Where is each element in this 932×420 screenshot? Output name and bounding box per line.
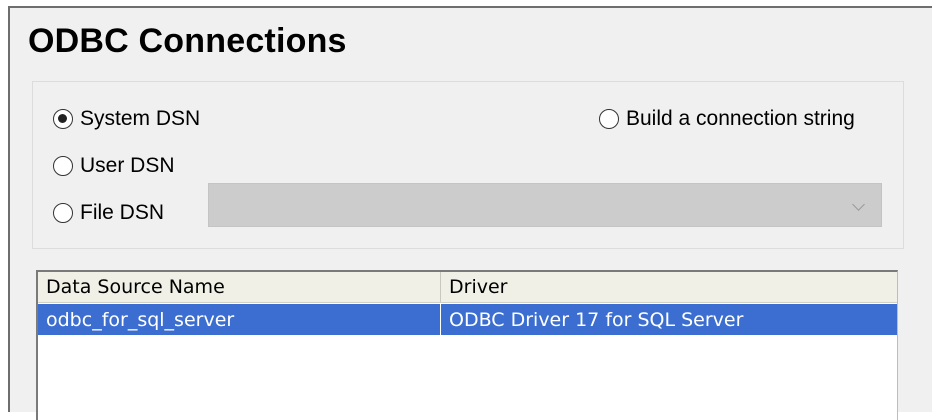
column-header-data-source-name[interactable]: Data Source Name — [38, 272, 441, 302]
odbc-connections-panel: ODBC Connections System DSN User DSN Fil… — [8, 6, 932, 420]
page-title: ODBC Connections — [28, 22, 347, 60]
list-header: Data Source Name Driver — [38, 272, 897, 303]
file-dsn-dropdown[interactable] — [208, 183, 882, 227]
build-connection-string-radio[interactable]: Build a connection string — [599, 107, 855, 131]
file-dsn-label: File DSN — [80, 201, 165, 224]
file-dsn-radio[interactable]: File DSN — [53, 201, 164, 225]
radio-unselected-icon — [599, 109, 619, 129]
data-sources-list[interactable]: Data Source Name Driver odbc_for_sql_ser… — [36, 270, 898, 420]
build-connection-string-label: Build a connection string — [626, 107, 855, 130]
driver-cell[interactable]: ODBC Driver 17 for SQL Server — [441, 304, 897, 335]
column-header-driver[interactable]: Driver — [441, 272, 897, 302]
radio-unselected-icon — [53, 203, 73, 223]
system-dsn-radio[interactable]: System DSN — [53, 107, 200, 131]
data-source-name-cell[interactable]: odbc_for_sql_server — [38, 304, 441, 335]
radio-selected-icon — [53, 109, 73, 129]
system-dsn-label: System DSN — [80, 107, 201, 130]
user-dsn-radio[interactable]: User DSN — [53, 154, 175, 178]
chevron-down-icon — [852, 198, 865, 211]
table-row[interactable]: odbc_for_sql_server ODBC Driver 17 for S… — [38, 304, 897, 335]
dsn-options-group: System DSN User DSN File DSN Build a con… — [32, 81, 904, 249]
user-dsn-label: User DSN — [80, 154, 175, 177]
radio-unselected-icon — [53, 156, 73, 176]
